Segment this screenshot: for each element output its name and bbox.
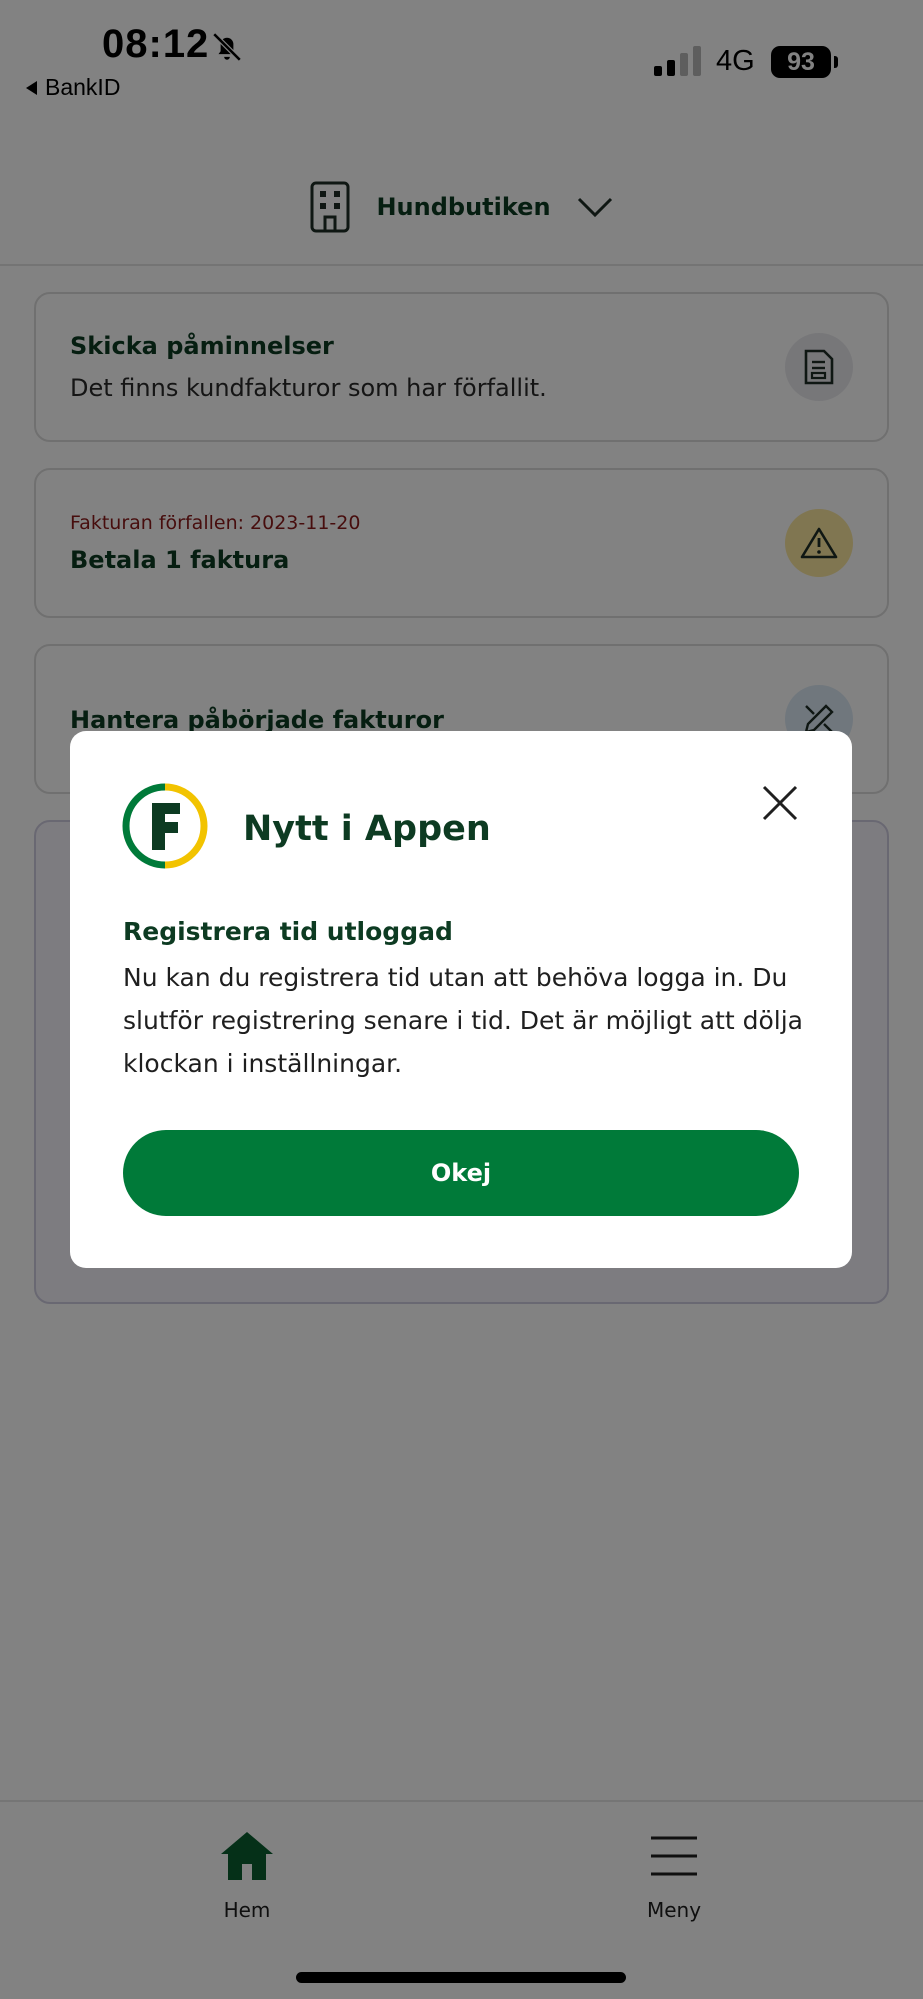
okay-button[interactable]: Okej [123,1130,799,1216]
close-icon[interactable] [758,781,802,825]
feature-description: Nu kan du registrera tid utan att behöva… [123,963,803,1078]
dialog-title: Nytt i Appen [243,809,491,849]
feature-heading: Registrera tid utloggad [123,917,453,946]
home-indicator[interactable] [296,1972,626,1983]
whats-new-dialog: Nytt i Appen Registrera tid utloggad Nu … [70,731,852,1268]
fortnox-logo-icon [122,783,208,869]
